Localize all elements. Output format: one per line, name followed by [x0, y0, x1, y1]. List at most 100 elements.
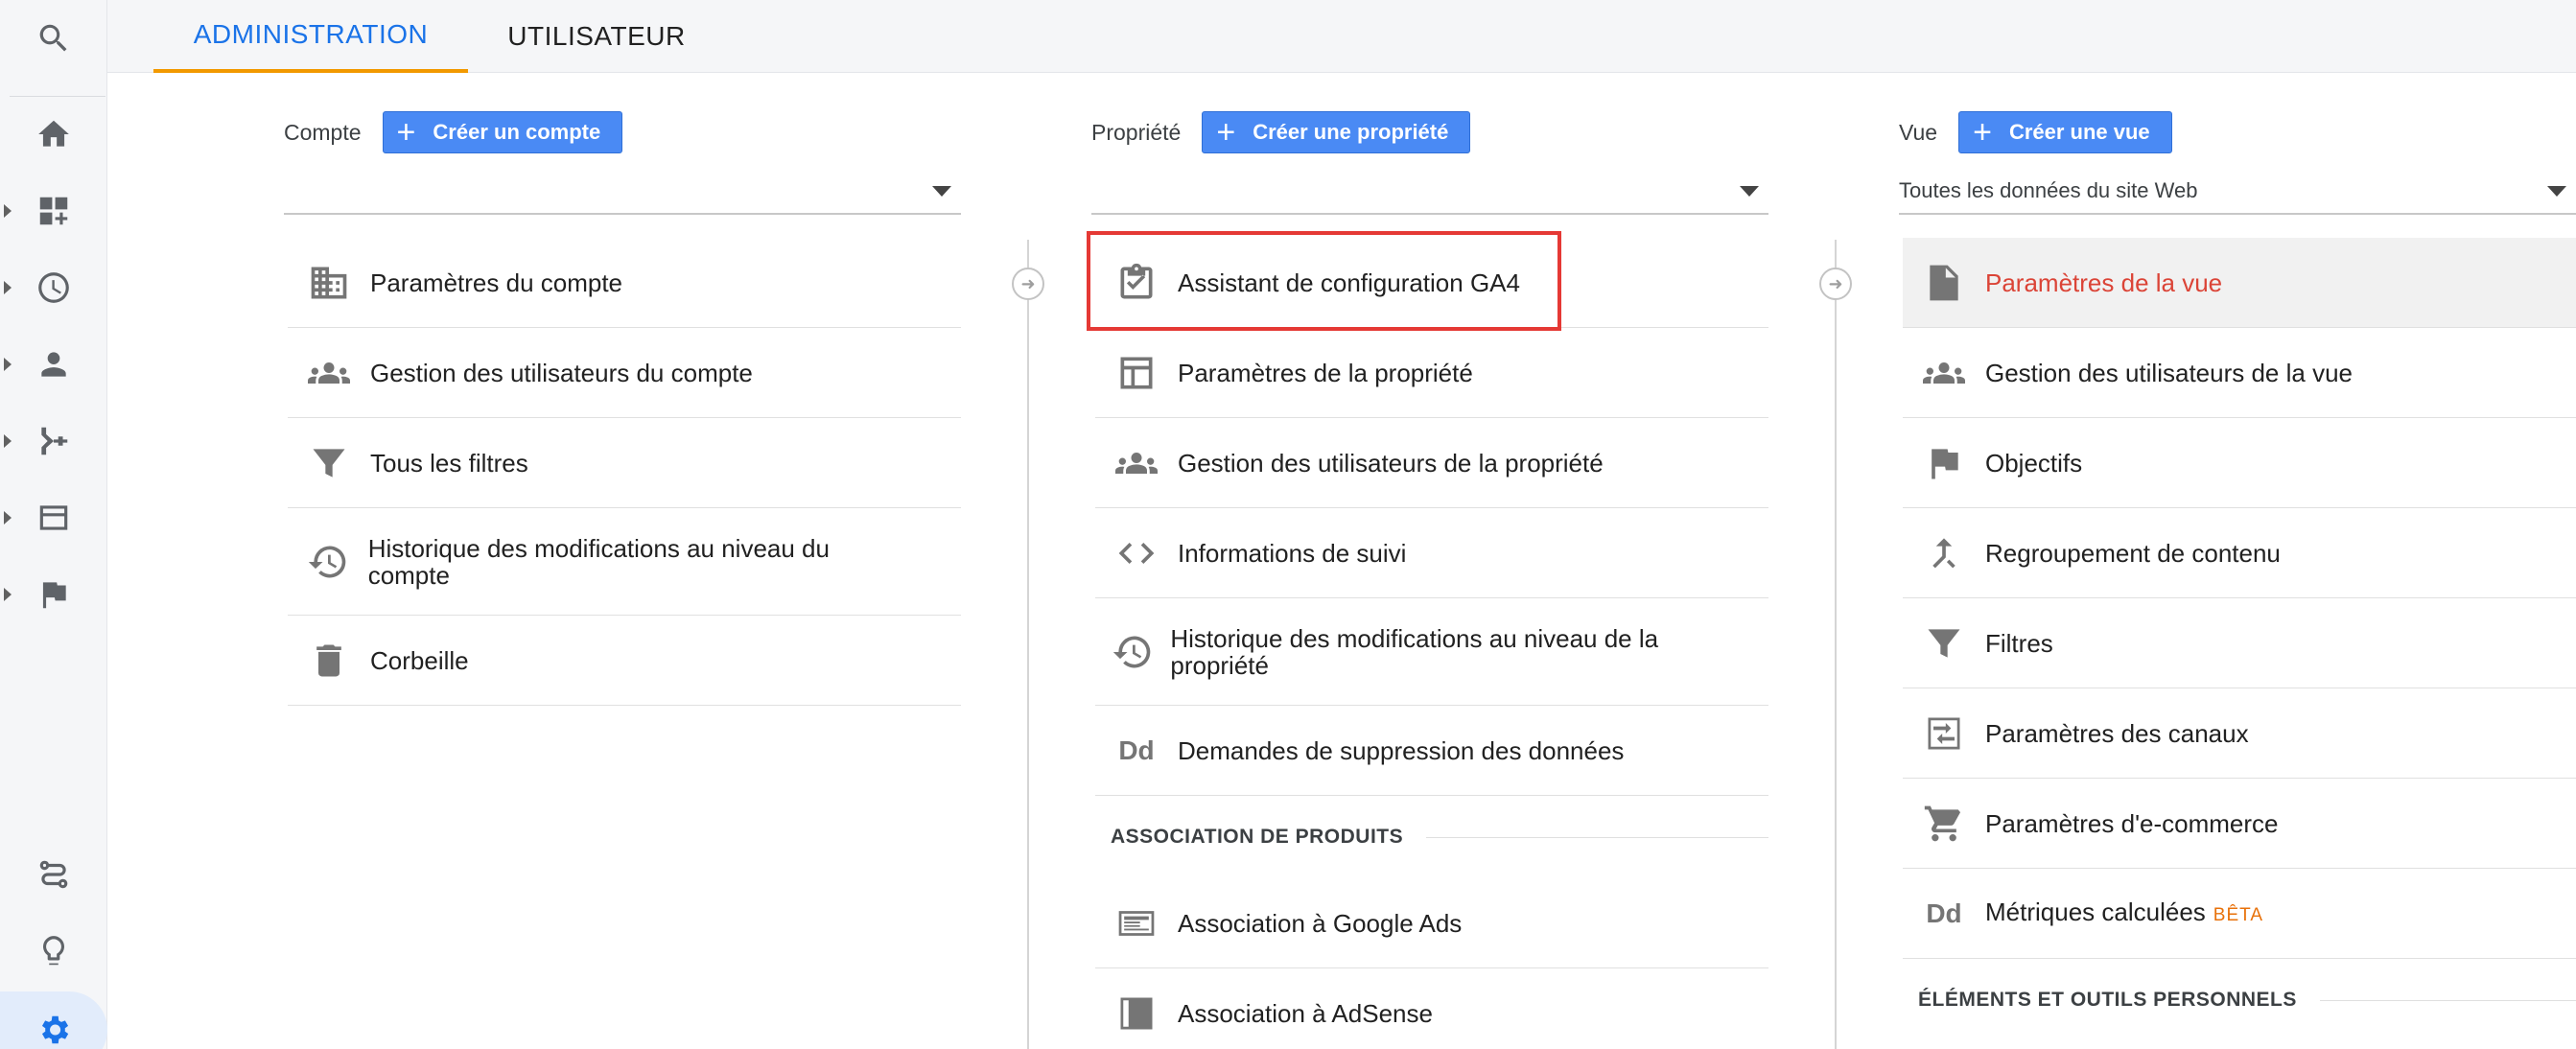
- dd-icon: Dd: [1095, 735, 1178, 766]
- adsense-icon: [1095, 992, 1178, 1035]
- code-icon: [1095, 532, 1178, 574]
- arrow-right-icon: ➜: [1819, 268, 1852, 300]
- menu-item-filters[interactable]: Filtres: [1903, 598, 2576, 688]
- menu-item-all-filters[interactable]: Tous les filtres: [288, 418, 961, 508]
- menu-item-label: Association à Google Ads: [1178, 908, 1463, 938]
- filter-icon: [1903, 622, 1985, 664]
- person-icon[interactable]: [0, 326, 107, 403]
- product-linking-heading: ASSOCIATION DE PRODUITS: [1095, 796, 1768, 878]
- menu-item-ecommerce-settings[interactable]: Paramètres d'e-commerce: [1903, 779, 2576, 869]
- view-label: Vue: [1899, 119, 1938, 145]
- menu-item-content-grouping[interactable]: Regroupement de contenu: [1903, 508, 2576, 598]
- layout-icon: [1095, 352, 1178, 394]
- column-divider: [1027, 240, 1029, 1049]
- lightbulb-icon[interactable]: [0, 913, 107, 990]
- people-icon: [1095, 442, 1178, 484]
- section-rule: [1426, 836, 1768, 838]
- menu-item-label: Informations de suivi: [1178, 538, 1407, 568]
- menu-item-label: Filtres: [1985, 628, 2053, 658]
- behavior-icon[interactable]: [0, 479, 107, 556]
- menu-item-label: Métriques calculées BÊTA: [1985, 898, 2321, 929]
- view-menu: Paramètres de la vue Gestion des utilisa…: [1903, 238, 2576, 1041]
- menu-item-label: Demandes de suppression des données: [1178, 735, 1625, 765]
- menu-item-label: Association à AdSense: [1178, 998, 1433, 1028]
- merge-icon: [1903, 532, 1985, 574]
- search-icon[interactable]: [0, 0, 107, 77]
- clock-icon[interactable]: [0, 249, 107, 326]
- plus-icon: +: [1216, 114, 1236, 151]
- admin-tab-bar: ADMINISTRATION UTILISATEUR: [107, 0, 2576, 73]
- channel-icon: [1903, 712, 1985, 755]
- menu-item-label: Historique des modifications au niveau d…: [367, 533, 830, 590]
- menu-item-view-users[interactable]: Gestion des utilisateurs de la vue: [1903, 328, 2576, 418]
- dropdown-caret-icon: [1740, 186, 1759, 197]
- menu-item-label: Gestion des utilisateurs de la vue: [1985, 358, 2353, 387]
- property-label: Propriété: [1091, 119, 1182, 145]
- flag-icon[interactable]: [0, 556, 107, 633]
- menu-item-label-text: Métriques calculées: [1985, 897, 2206, 926]
- menu-item-account-users[interactable]: Gestion des utilisateurs du compte: [288, 328, 961, 418]
- menu-item-property-settings[interactable]: Paramètres de la propriété: [1095, 328, 1768, 418]
- plus-icon: +: [1973, 114, 1992, 151]
- flag-icon: [1903, 442, 1985, 484]
- property-column-header: Propriété + Créer une propriété: [1091, 111, 1471, 153]
- create-account-button[interactable]: + Créer un compte: [382, 111, 623, 153]
- section-heading-text: ASSOCIATION DE PRODUITS: [1111, 826, 1404, 848]
- account-label: Compte: [284, 119, 362, 145]
- tab-administration[interactable]: ADMINISTRATION: [153, 0, 468, 73]
- tab-utilisateur[interactable]: UTILISATEUR: [468, 0, 725, 73]
- menu-item-account-history[interactable]: Historique des modifications au niveau d…: [288, 508, 961, 616]
- menu-item-label: Paramètres de la vue: [1985, 268, 2223, 297]
- menu-item-label: Historique des modifications au niveau d…: [1170, 623, 1659, 680]
- highlight-box: [1087, 231, 1561, 331]
- beta-badge: BÊTA: [2213, 904, 2263, 925]
- plus-icon: +: [396, 114, 416, 151]
- create-view-button[interactable]: + Créer une vue: [1958, 111, 2172, 153]
- trash-icon: [288, 640, 370, 682]
- menu-item-channel-settings[interactable]: Paramètres des canaux: [1903, 688, 2576, 779]
- menu-item-label: Paramètres des canaux: [1985, 718, 2249, 748]
- document-icon: [1903, 262, 1985, 304]
- menu-item-adsense-link[interactable]: Association à AdSense: [1095, 968, 1768, 1049]
- menu-item-property-history[interactable]: Historique des modifications au niveau d…: [1095, 598, 1768, 706]
- dropdown-caret-icon: [2547, 186, 2566, 197]
- filter-icon: [288, 442, 370, 484]
- property-selector[interactable]: [1091, 169, 1768, 215]
- history-icon: [288, 541, 368, 583]
- menu-item-account-settings[interactable]: Paramètres du compte: [288, 238, 961, 328]
- menu-item-data-deletion-requests[interactable]: Dd Demandes de suppression des données: [1095, 706, 1768, 796]
- gear-icon[interactable]: [0, 991, 107, 1049]
- menu-item-property-users[interactable]: Gestion des utilisateurs de la propriété: [1095, 418, 1768, 508]
- create-account-label: Créer un compte: [433, 120, 601, 144]
- account-column-header: Compte + Créer un compte: [284, 111, 623, 153]
- home-icon[interactable]: [0, 96, 107, 173]
- acquisition-icon[interactable]: [0, 403, 107, 479]
- create-view-label: Créer une vue: [2008, 120, 2150, 144]
- dashboard-icon[interactable]: [0, 173, 107, 249]
- menu-item-label: Corbeille: [370, 645, 469, 675]
- view-selector[interactable]: Toutes les données du site Web: [1899, 169, 2576, 215]
- dropdown-caret-icon: [932, 186, 951, 197]
- dd-icon: Dd: [1903, 898, 1985, 929]
- menu-item-view-settings[interactable]: Paramètres de la vue: [1903, 238, 2576, 328]
- building-icon: [288, 262, 370, 304]
- people-icon: [288, 352, 370, 394]
- dd-icon-text: Dd: [1926, 897, 1962, 928]
- people-icon: [1903, 352, 1985, 394]
- dd-icon-text: Dd: [1118, 734, 1155, 765]
- menu-item-google-ads-link[interactable]: Association à Google Ads: [1095, 878, 1768, 968]
- cart-icon: [1903, 803, 1985, 845]
- menu-item-calculated-metrics[interactable]: Dd Métriques calculées BÊTA: [1903, 869, 2576, 959]
- account-selector[interactable]: [284, 169, 961, 215]
- create-property-label: Créer une propriété: [1253, 120, 1449, 144]
- menu-item-label: Paramètres du compte: [370, 268, 623, 297]
- menu-item-label: Regroupement de contenu: [1985, 538, 2281, 568]
- menu-item-tracking-info[interactable]: Informations de suivi: [1095, 508, 1768, 598]
- section-heading-text: ÉLÉMENTS ET OUTILS PERSONNELS: [1918, 989, 2297, 1011]
- column-divider: [1835, 240, 1837, 1049]
- google-ads-icon: [1095, 902, 1178, 944]
- attribution-icon[interactable]: [0, 836, 107, 913]
- create-property-button[interactable]: + Créer une propriété: [1202, 111, 1471, 153]
- menu-item-trash[interactable]: Corbeille: [288, 616, 961, 706]
- menu-item-goals[interactable]: Objectifs: [1903, 418, 2576, 508]
